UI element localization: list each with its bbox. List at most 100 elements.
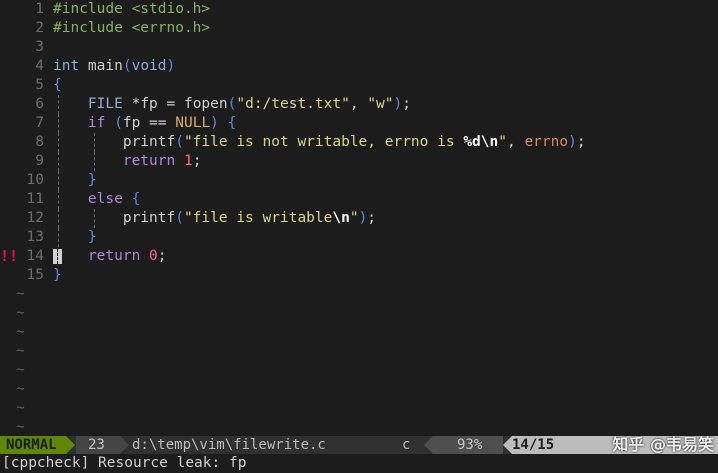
code-line[interactable]: 9 return 1; (0, 152, 718, 171)
line-number: 9 (35, 153, 44, 169)
code-line[interactable]: 1 #include <stdio.h> (0, 0, 718, 19)
code-text[interactable]: { (53, 76, 62, 95)
sign-column (0, 0, 16, 19)
code-line[interactable]: 13 } (0, 228, 718, 247)
line-number: 4 (35, 58, 44, 74)
code-line[interactable]: !! 14 return 0; (0, 247, 718, 266)
code-token: printf (53, 210, 176, 226)
tilde-marker: ~ (16, 343, 25, 359)
code-text[interactable]: printf("file is not writable, errno is %… (53, 133, 586, 152)
code-line[interactable]: 5{ (0, 76, 718, 95)
code-token: FILE (87, 96, 123, 112)
line-number: 7 (35, 115, 44, 131)
code-text[interactable]: return 0; (53, 247, 167, 266)
sign-column (0, 228, 16, 247)
code-text[interactable]: } (53, 171, 97, 190)
code-text[interactable]: else { (53, 190, 140, 209)
code-token: ) (568, 134, 577, 150)
code-line[interactable]: 2 #include <errno.h> (0, 19, 718, 38)
code-line[interactable]: 12 printf("file is writable\n"); (0, 209, 718, 228)
code-token: ) (358, 210, 368, 226)
code-line[interactable]: 3 (0, 38, 718, 57)
sign-column (0, 152, 16, 171)
empty-buffer-line: ~ (0, 342, 718, 361)
empty-buffer-line: ~ (0, 323, 718, 342)
sign-column (0, 19, 16, 38)
code-token: fp == (122, 115, 176, 131)
sign-column (0, 114, 16, 133)
code-token: 0 (149, 248, 158, 264)
code-token: "file is writable (183, 210, 333, 226)
code-line[interactable]: 15} (0, 266, 718, 285)
code-text[interactable]: if (fp == NULL) { (53, 114, 236, 133)
code-token: , (506, 134, 525, 150)
code-token: ) (210, 115, 219, 131)
error-sign-icon: !! (0, 247, 19, 265)
code-text[interactable]: } (53, 228, 97, 247)
sign-column (0, 95, 16, 114)
code-text[interactable]: #include <stdio.h> (53, 0, 210, 19)
sign-column (0, 57, 16, 76)
code-token: printf (53, 134, 176, 150)
code-text[interactable]: int main(void) (53, 57, 175, 76)
code-line[interactable]: 8 printf("file is not writable, errno is… (0, 133, 718, 152)
empty-buffer-line: ~ (0, 361, 718, 380)
code-token: ) (166, 58, 176, 74)
sign-column (0, 209, 16, 228)
code-token: return (122, 153, 176, 169)
code-token: { (53, 77, 62, 93)
tilde-marker: ~ (16, 324, 25, 340)
code-token: 1 (183, 153, 193, 169)
tilde-marker: ~ (16, 362, 25, 378)
editor-pane[interactable]: 1 #include <stdio.h> 2 #include <errno.h> 3 4… (0, 0, 718, 435)
code-token: , (349, 96, 368, 112)
code-line[interactable]: 10 } (0, 171, 718, 190)
code-line[interactable]: 7 if (fp == NULL) { (0, 114, 718, 133)
code-line[interactable]: 11 else { (0, 190, 718, 209)
code-token: return (87, 248, 141, 264)
code-line[interactable]: 4 int main(void) (0, 57, 718, 76)
code-token: ; (157, 248, 167, 264)
code-token: } (53, 267, 62, 283)
percent-separator (424, 436, 433, 454)
empty-buffer-line: ~ (0, 304, 718, 323)
total-lines: 23 (76, 436, 120, 454)
empty-buffer-line: ~ (0, 285, 718, 304)
code-line[interactable]: 6 FILE *fp = fopen("d:/test.txt", "w"); (0, 95, 718, 114)
sign-column (0, 38, 16, 57)
command-line[interactable]: [cppcheck] Resource leak: fp (0, 454, 718, 473)
code-text[interactable]: printf("file is writable\n"); (53, 209, 376, 228)
code-token: " (498, 134, 507, 150)
sign-column (0, 190, 16, 209)
code-text[interactable]: FILE *fp = fopen("d:/test.txt", "w"); (53, 95, 411, 114)
line-number: 11 (26, 191, 44, 207)
code-text[interactable]: return 1; (53, 152, 202, 171)
code-token: ; (402, 96, 411, 112)
line-number: 2 (35, 20, 44, 36)
line-count-separator (120, 436, 129, 454)
code-token: ; (192, 153, 202, 169)
empty-buffer-line: ~ (0, 418, 718, 435)
code-token: ( (114, 115, 123, 131)
code-token: main (79, 58, 123, 74)
line-number: 13 (26, 229, 44, 245)
code-token: ( (175, 134, 184, 150)
code-token: { (131, 191, 141, 207)
watermark: 知乎 @韦易笑 (612, 436, 714, 454)
empty-buffer-line: ~ (0, 380, 718, 399)
code-text[interactable]: #include <errno.h> (53, 19, 210, 38)
status-line: NORMAL 23 d:\temp\vim\filewrite.c c 93% … (0, 436, 718, 454)
code-text[interactable]: } (53, 266, 62, 285)
sign-column (0, 76, 16, 95)
code-token: "file is not writable, errno is (183, 134, 464, 150)
code-token: ( (175, 210, 184, 226)
line-number: 3 (35, 39, 44, 55)
